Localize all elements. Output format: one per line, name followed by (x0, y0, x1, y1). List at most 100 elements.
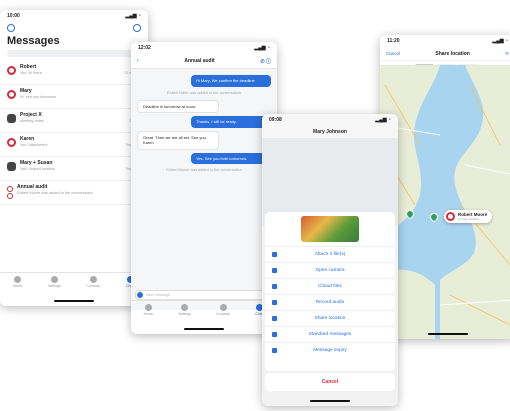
cancel-button[interactable]: Cancel (386, 51, 400, 56)
conversation-row[interactable]: Annual audit Robert Moore was added to t… (0, 181, 148, 205)
message-list: Hi Mary, We confirm the deadline Robert … (131, 69, 277, 310)
star-icon (144, 304, 152, 311)
settings-icon[interactable] (7, 24, 15, 32)
map-view[interactable]: Robert Moore Current location (380, 65, 510, 339)
conversation-name: Robert (20, 64, 37, 70)
sheet-item-label: Standard messages (308, 332, 352, 337)
contacts-icon (219, 304, 227, 311)
conversation-preview: You: Shared location (20, 167, 55, 171)
location-pin-icon (272, 316, 277, 321)
compose-icon[interactable] (133, 24, 141, 32)
conversation-row[interactable]: Mary + Susan You: Shared location Yester… (0, 157, 148, 181)
cancel-button[interactable]: Cancel (265, 373, 395, 391)
conversation-preview: Meeting notes (20, 119, 44, 123)
status-bar: 11:20 ▂▄▆ ◔ (380, 35, 510, 47)
home-indicator (310, 400, 350, 402)
chat-header: ‹ Annual audit ✆ ⓘ (131, 54, 277, 69)
system-message: Robert Moore was added to the conversati… (166, 168, 242, 173)
status-bar: 12:02 ▂▄▆ ◔ (131, 42, 277, 54)
contacts-icon (89, 276, 97, 283)
phone-attachment-sheet: 09:08 ▂▄▆ ◔ Mary Johnson Attach 1 file(s… (262, 114, 398, 406)
chat-title: Mary Johnson (262, 126, 398, 138)
tab-label: Home (143, 312, 153, 316)
map-title: Share location (435, 50, 470, 57)
tab-label: Settings (47, 284, 61, 288)
conversation-row[interactable]: Mary Hi, see you tomorrow 1 hour (0, 85, 148, 109)
avatar (7, 138, 16, 147)
sheet-item-open-camera[interactable]: Open camera (265, 262, 395, 278)
status-time: 09:08 (269, 117, 282, 123)
avatar (446, 212, 455, 221)
gear-icon (181, 304, 189, 311)
paperclip-icon (272, 252, 277, 257)
tab-settings[interactable]: Settings (48, 276, 61, 288)
search-input[interactable] (7, 50, 141, 57)
message-placeholder: New message (146, 293, 171, 297)
multi-avatar (7, 186, 13, 200)
conversation-preview: Hi, see you tomorrow (20, 95, 56, 99)
signal-icons: ▂▄▆ ◔ (375, 117, 391, 123)
conversation-row[interactable]: Karen You: Attachment Yesterday (0, 133, 148, 157)
conversation-row[interactable]: Robert You: Hi there 15 minutes (0, 61, 148, 85)
conversation-name: Annual audit (17, 184, 48, 190)
sheet-item-label: Message expiry (313, 348, 347, 353)
avatar (7, 90, 16, 99)
phone-share-location: 11:20 ▂▄▆ ◔ Cancel Share location ⟳ Map … (380, 35, 510, 339)
outgoing-message: Hi Mary, We confirm the deadline (191, 75, 271, 87)
message-input[interactable]: New message (135, 290, 273, 300)
sheet-item-label: Share location (314, 316, 346, 321)
chat-title: Annual audit (184, 58, 215, 64)
avatar (7, 66, 16, 75)
document-icon (272, 332, 277, 337)
sheet-item-label: Open camera (315, 268, 345, 273)
outgoing-message: Thanks, I will be ready. (191, 116, 271, 128)
tab-label: Contacts (216, 312, 230, 316)
conversation-row[interactable]: Project X Meeting notes 2 hours (0, 109, 148, 133)
incoming-message: Deadline is tomorrow at noon. (137, 99, 219, 114)
tab-label: Contacts (86, 284, 101, 288)
tab-bar: Home Settings Contacts Chats (0, 272, 148, 298)
star-icon (14, 276, 22, 283)
top-toolbar (0, 22, 148, 34)
system-message: Robert Miller was added to the conversat… (166, 90, 242, 95)
location-callout[interactable]: Robert Moore Current location (444, 210, 493, 223)
sheet-item-attach-files[interactable]: Attach 1 file(s) (265, 246, 395, 262)
refresh-icon[interactable]: ⟳ (505, 51, 509, 57)
sheet-item-standard-messages[interactable]: Standard messages (265, 326, 395, 342)
avatar (7, 193, 13, 199)
group-avatar-icon (7, 162, 16, 171)
page-title: Messages (7, 35, 60, 47)
microphone-icon (272, 300, 277, 305)
sheet-item-message-expiry[interactable]: Message expiry (265, 342, 395, 358)
signal-icons: ▂▄▆ ◔ (254, 45, 270, 51)
status-bar: 09:08 ▂▄▆ ◔ (262, 114, 398, 126)
conversation-preview: You: Attachment (20, 143, 48, 147)
camera-icon (272, 268, 277, 273)
cloud-icon (272, 284, 277, 289)
tab-home[interactable]: Home (13, 276, 22, 288)
conversation-name: Karen (20, 136, 35, 142)
sheet-item-record-audio[interactable]: Record audio (265, 294, 395, 310)
back-icon[interactable]: ‹ (137, 58, 139, 64)
status-time: 10:00 (7, 13, 20, 19)
phone-messages-list: 10:00 ▂▄▆ ◔ Messages Robert You: Hi ther… (0, 10, 148, 306)
tab-home[interactable]: Home (144, 304, 153, 316)
status-bar: 10:00 ▂▄▆ ◔ (0, 10, 148, 22)
attach-icon[interactable] (137, 292, 143, 298)
phone-chat: 12:02 ▂▄▆ ◔ ‹ Annual audit ✆ ⓘ Hi Mary, … (131, 42, 277, 334)
action-sheet: Attach 1 file(s) Open camera iCloud file… (265, 212, 395, 371)
tab-label: Settings (178, 312, 191, 316)
home-indicator (427, 333, 468, 335)
attachment-thumbnail[interactable] (301, 216, 359, 242)
sheet-item-icloud-files[interactable]: iCloud files (265, 278, 395, 294)
call-icon[interactable]: ✆ ⓘ (260, 58, 271, 65)
tab-contacts[interactable]: Contacts (216, 304, 230, 316)
signal-icons: ▂▄▆ ◔ (125, 13, 141, 19)
home-indicator (54, 300, 94, 302)
tab-contacts[interactable]: Contacts (86, 276, 100, 288)
status-time: 11:20 (387, 38, 400, 44)
sheet-item-share-location[interactable]: Share location (265, 310, 395, 326)
conversation-name: Mary (20, 88, 32, 94)
tab-settings[interactable]: Settings (178, 304, 191, 316)
location-subtitle: Current location (458, 217, 480, 221)
